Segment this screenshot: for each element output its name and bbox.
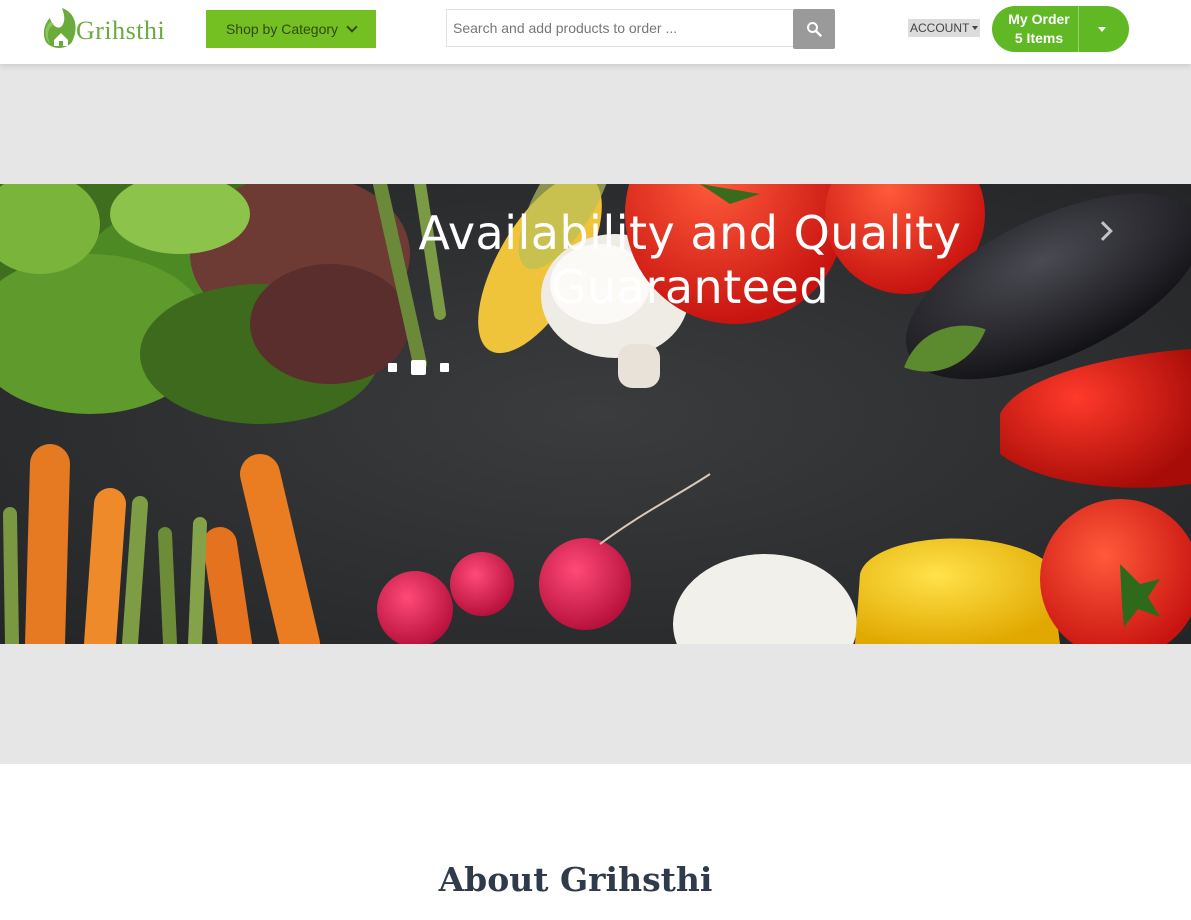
about-section-title: About Grihsthi (438, 860, 713, 899)
carousel-next-arrow[interactable] (1093, 216, 1118, 246)
shop-by-category-label: Shop by Category (225, 21, 339, 37)
order-dropdown-toggle[interactable] (1079, 6, 1129, 52)
site-header: Grihsthi Shop by Category ACCOUNT My Ord… (0, 0, 1191, 64)
hero-caption: Availability and Quality Guaranteed (380, 206, 1000, 314)
carousel-dot-1[interactable] (388, 362, 397, 372)
shop-by-category-button[interactable]: Shop by Category (206, 10, 376, 48)
carousel-indicators (388, 359, 449, 375)
carousel-dot-2[interactable] (411, 359, 426, 375)
search-icon (807, 22, 822, 37)
caret-down-icon (972, 26, 979, 30)
logo-text: Grihsthi (76, 16, 166, 45)
search-input[interactable] (446, 9, 793, 47)
carousel-dot-3[interactable] (440, 362, 449, 372)
site-logo[interactable]: Grihsthi (40, 4, 180, 52)
my-order-button[interactable]: My Order 5 Items (992, 6, 1078, 52)
chevron-down-icon (346, 21, 358, 33)
chevron-right-icon (1093, 221, 1113, 241)
account-dropdown[interactable]: ACCOUNT (908, 19, 981, 37)
my-order-button-group: My Order 5 Items (992, 6, 1129, 52)
hero-caption-line2: Guaranteed (550, 260, 830, 314)
search-bar (446, 9, 835, 49)
my-order-label: My Order (1008, 11, 1070, 27)
hero-caption-line1: Availability and Quality (418, 206, 962, 260)
search-button[interactable] (793, 9, 835, 49)
account-label: ACCOUNT (910, 21, 970, 35)
caret-down-icon (1098, 26, 1106, 32)
order-item-count: 5 Items (1014, 30, 1064, 46)
